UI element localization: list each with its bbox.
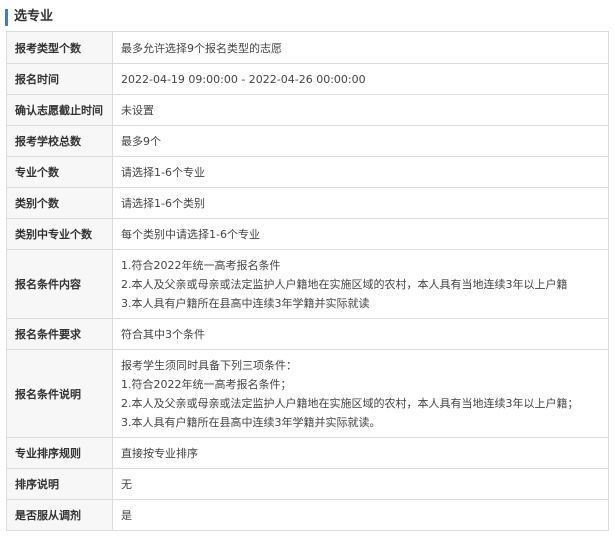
section-accent-bar bbox=[5, 9, 8, 26]
condition-line: 2.本人及父亲或母亲或法定监护人户籍地在实施区域的农村，本人具有当地连续3年以上… bbox=[121, 277, 568, 291]
row-value: 是 bbox=[112, 499, 609, 531]
major-selection-info-table: 报考类型个数 最多允许选择9个报名类型的志愿 报名时间 2022-04-19 0… bbox=[6, 31, 609, 531]
row-value: 最多9个 bbox=[112, 125, 609, 157]
description-line: 2.本人及父亲或母亲或法定监护人户籍地在实施区域的农村，本人具有当地连续3年以上… bbox=[121, 396, 579, 410]
row-label: 是否服从调剂 bbox=[6, 499, 113, 531]
section-title: 选专业 bbox=[14, 9, 54, 24]
row-label: 排序说明 bbox=[6, 468, 113, 500]
description-line: 1.符合2022年统一高考报名条件； bbox=[121, 377, 292, 391]
row-value: 符合其中3个条件 bbox=[112, 318, 609, 350]
table-row-accept-adjustment: 是否服从调剂 是 bbox=[6, 499, 609, 531]
row-label: 专业排序规则 bbox=[6, 437, 113, 469]
table-row-application-time: 报名时间 2022-04-19 09:00:00 - 2022-04-26 00… bbox=[6, 63, 609, 95]
table-row-condition-content: 报名条件内容 1.符合2022年统一高考报名条件 2.本人及父亲或母亲或法定监护… bbox=[6, 249, 609, 319]
row-label: 报名条件说明 bbox=[6, 349, 113, 438]
condition-line: 1.符合2022年统一高考报名条件 bbox=[121, 258, 281, 272]
table-row-majors-per-category: 类别中专业个数 每个类别中请选择1-6个专业 bbox=[6, 218, 609, 250]
description-line: 3.本人具有户籍所在县高中连续3年学籍并实际就读。 bbox=[121, 415, 381, 429]
table-row-major-sort-rule: 专业排序规则 直接按专业排序 bbox=[6, 437, 609, 469]
table-row-sort-description: 排序说明 无 bbox=[6, 468, 609, 500]
row-value-multiline: 1.符合2022年统一高考报名条件 2.本人及父亲或母亲或法定监护人户籍地在实施… bbox=[112, 249, 609, 319]
row-value: 请选择1-6个类别 bbox=[112, 187, 609, 219]
row-value: 2022-04-19 09:00:00 - 2022-04-26 00:00:0… bbox=[112, 63, 609, 95]
row-label: 报名条件内容 bbox=[6, 249, 113, 319]
table-row-major-count: 专业个数 请选择1-6个专业 bbox=[6, 156, 609, 188]
table-row-condition-description: 报名条件说明 报考学生须同时具备下列三项条件： 1.符合2022年统一高考报名条… bbox=[6, 349, 609, 438]
row-label: 类别个数 bbox=[6, 187, 113, 219]
row-value-multiline: 报考学生须同时具备下列三项条件： 1.符合2022年统一高考报名条件； 2.本人… bbox=[112, 349, 609, 438]
row-value: 直接按专业排序 bbox=[112, 437, 609, 469]
row-value: 请选择1-6个专业 bbox=[112, 156, 609, 188]
table-row-condition-requirement: 报名条件要求 符合其中3个条件 bbox=[6, 318, 609, 350]
table-row-school-total: 报考学校总数 最多9个 bbox=[6, 125, 609, 157]
description-line: 报考学生须同时具备下列三项条件： bbox=[121, 358, 297, 372]
condition-line: 3.本人具有户籍所在县高中连续3年学籍并实际就读 bbox=[121, 296, 370, 310]
table-row-category-count: 类别个数 请选择1-6个类别 bbox=[6, 187, 609, 219]
row-value: 无 bbox=[112, 468, 609, 500]
row-label: 专业个数 bbox=[6, 156, 113, 188]
row-value: 每个类别中请选择1-6个专业 bbox=[112, 218, 609, 250]
row-label: 报名时间 bbox=[6, 63, 113, 95]
table-row-confirm-deadline: 确认志愿截止时间 未设置 bbox=[6, 94, 609, 126]
table-row-application-type-count: 报考类型个数 最多允许选择9个报名类型的志愿 bbox=[6, 31, 609, 64]
row-label: 报考学校总数 bbox=[6, 125, 113, 157]
row-label: 类别中专业个数 bbox=[6, 218, 113, 250]
row-value: 最多允许选择9个报名类型的志愿 bbox=[112, 31, 609, 64]
row-value: 未设置 bbox=[112, 94, 609, 126]
row-label: 报名条件要求 bbox=[6, 318, 113, 350]
row-label: 确认志愿截止时间 bbox=[6, 94, 113, 126]
section-header: 选专业 bbox=[4, 2, 610, 31]
row-label: 报考类型个数 bbox=[6, 31, 113, 64]
